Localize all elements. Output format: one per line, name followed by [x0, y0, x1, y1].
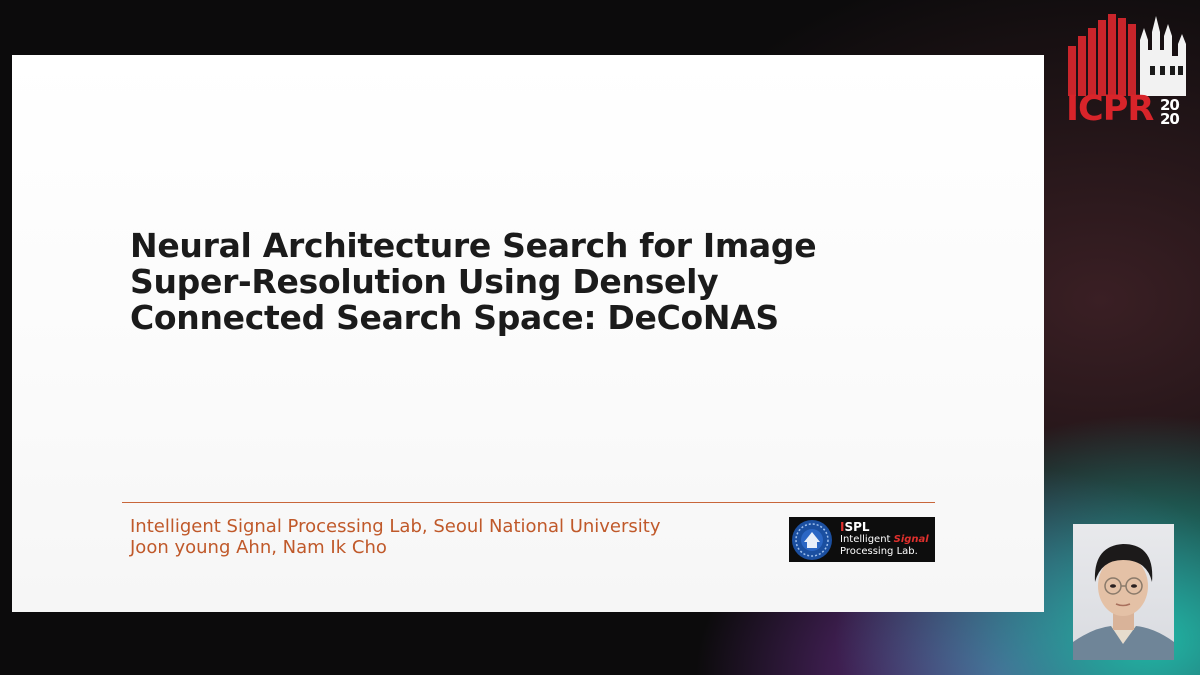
ispl-abbreviation: ISPL	[840, 521, 929, 534]
ispl-text-block: ISPL Intelligent Signal Processing Lab.	[840, 521, 929, 558]
affiliation-text: Intelligent Signal Processing Lab, Seoul…	[130, 516, 661, 537]
icpr-year-bottom: 20	[1160, 110, 1180, 128]
ispl-line-1-b: Signal	[893, 534, 929, 545]
title-line-2: Super-Resolution Using Densely	[130, 262, 719, 301]
presenter-webcam	[1073, 524, 1174, 660]
slide-title: Neural Architecture Search for Image Sup…	[130, 228, 950, 336]
presenter-photo	[1073, 544, 1174, 660]
presentation-slide: Neural Architecture Search for Image Sup…	[12, 55, 1044, 612]
title-divider	[122, 502, 935, 503]
ispl-line-2: Processing Lab.	[840, 546, 918, 557]
snu-emblem-icon	[792, 519, 832, 560]
title-line-1: Neural Architecture Search for Image	[130, 226, 817, 265]
ispl-line-1: Intelligent Signal	[840, 534, 929, 546]
authors-text: Joon young Ahn, Nam Ik Cho	[130, 537, 387, 558]
ispl-line-1-a: Intelligent	[840, 534, 894, 545]
ispl-lab-logo: ISPL Intelligent Signal Processing Lab.	[789, 517, 935, 562]
ispl-abbr-rest: SPL	[844, 520, 870, 534]
icpr-wordmark: ICPR	[1066, 89, 1154, 129]
affiliation-block: Intelligent Signal Processing Lab, Seoul…	[130, 516, 661, 558]
icpr-year: 20 20	[1160, 98, 1180, 128]
title-line-3: Connected Search Space: DeCoNAS	[130, 298, 779, 337]
